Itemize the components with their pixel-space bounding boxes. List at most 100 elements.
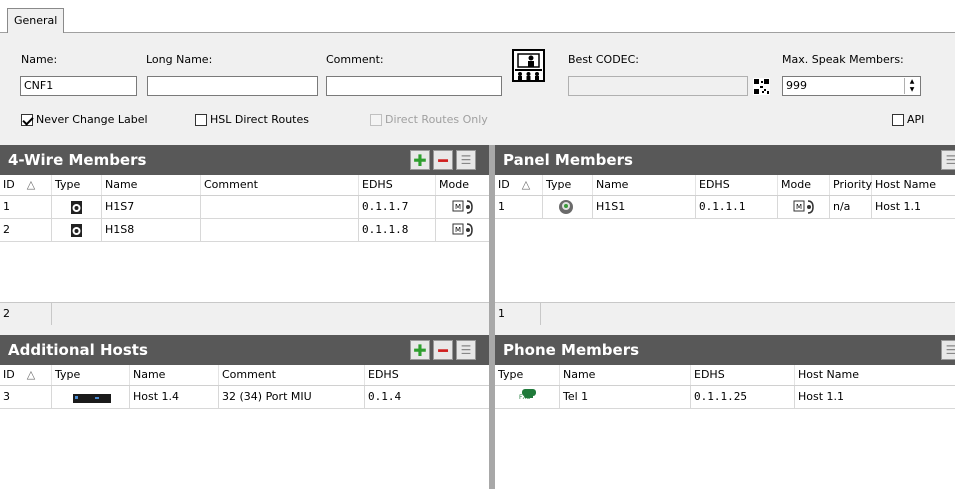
hosts-column-header: ID △ Type Name Comment EDHS (0, 365, 489, 386)
general-form: Name: CNF1 Long Name: Comment: Best CODE… (0, 33, 955, 144)
col-type[interactable]: Type (495, 365, 560, 385)
phone-members-title: Phone Members (495, 335, 955, 365)
table-row[interactable]: 1 H1S7 0.1.1.7 M (0, 196, 489, 219)
codec-icon[interactable] (753, 78, 770, 95)
checkbox-icon (892, 113, 904, 126)
row-name: H1S1 (593, 196, 696, 218)
api-text: API (907, 113, 925, 126)
sort-asc-icon: △ (26, 368, 36, 381)
phone-column-header: Type Name EDHS Host Name (495, 365, 955, 386)
best-codec-input (568, 76, 748, 96)
direct-routes-only-text: Direct Routes Only (385, 113, 488, 126)
col-mode[interactable]: Mode (436, 175, 489, 195)
col-id[interactable]: ID △ (0, 175, 52, 195)
max-speak-label: Max. Speak Members: (782, 53, 904, 66)
col-edhs[interactable]: EDHS (696, 175, 778, 195)
never-change-label-checkbox[interactable]: Never Change Label (21, 113, 148, 126)
col-host-name[interactable]: Host Name (872, 175, 955, 195)
col-name[interactable]: Name (560, 365, 691, 385)
long-name-label: Long Name: (146, 53, 213, 66)
panel-footer: 1 (495, 302, 955, 325)
col-edhs[interactable]: EDHS (359, 175, 436, 195)
horizontal-splitter[interactable] (0, 325, 955, 335)
max-speak-value: 999 (786, 79, 807, 92)
table-row[interactable]: 3 Host 1.4 32 (34) Port MIU 0.1.4 (0, 386, 489, 409)
talk-listen-mode-icon[interactable]: M (436, 196, 489, 218)
columns-panel-button[interactable]: ☰ (941, 150, 955, 170)
remove-fourwire-button[interactable]: ━ (433, 150, 453, 170)
svg-text:M: M (796, 203, 802, 211)
col-priority[interactable]: Priority (830, 175, 872, 195)
col-comment[interactable]: Comment (201, 175, 359, 195)
row-edhs: 0.1.1.1 (696, 196, 778, 218)
api-checkbox[interactable]: API (892, 113, 924, 126)
columns-phone-button[interactable]: ☰ (941, 340, 955, 360)
fourwire-count: 2 (0, 303, 52, 325)
long-name-input[interactable] (147, 76, 318, 96)
columns-hosts-button[interactable]: ☰ (456, 340, 476, 360)
spin-down-icon[interactable]: ▼ (905, 86, 919, 94)
columns-fourwire-button[interactable]: ☰ (456, 150, 476, 170)
panel-members-title: Panel Members (495, 145, 955, 175)
row-name: H1S7 (102, 196, 201, 218)
comment-label: Comment: (326, 53, 384, 66)
row-edhs: 0.1.1.25 (691, 386, 795, 408)
row-name: Host 1.4 (130, 386, 219, 408)
row-name: H1S8 (102, 219, 201, 241)
host-device-icon (52, 386, 130, 408)
col-name[interactable]: Name (593, 175, 696, 195)
table-row[interactable]: 2 H1S8 0.1.1.8 M (0, 219, 489, 242)
tab-general[interactable]: General (7, 8, 65, 33)
svg-text:M: M (455, 203, 461, 211)
col-type[interactable]: Type (52, 175, 102, 195)
row-comment (201, 219, 359, 241)
panel-column-header: ID △ Type Name EDHS Mode Priority Host Na… (495, 175, 955, 196)
col-type[interactable]: Type (52, 365, 130, 385)
row-name: Tel 1 (560, 386, 691, 408)
panel-count: 1 (495, 303, 541, 325)
comment-input[interactable] (326, 76, 502, 96)
speaker-icon (52, 219, 102, 241)
row-id: 2 (0, 219, 52, 241)
remove-host-button[interactable]: ━ (433, 340, 453, 360)
col-mode[interactable]: Mode (778, 175, 830, 195)
col-id[interactable]: ID △ (495, 175, 543, 195)
col-comment[interactable]: Comment (219, 365, 365, 385)
name-label: Name: (21, 53, 58, 66)
checkbox-checked-icon (21, 113, 33, 126)
col-id[interactable]: ID △ (0, 365, 52, 385)
max-speak-spinner[interactable]: ▲ ▼ (904, 78, 919, 94)
col-host-name[interactable]: Host Name (795, 365, 955, 385)
vertical-splitter[interactable] (489, 145, 495, 489)
col-edhs[interactable]: EDHS (365, 365, 489, 385)
row-priority: n/a (830, 196, 872, 218)
phone-fxo-icon: FXO (495, 386, 560, 408)
direct-routes-only-checkbox: Direct Routes Only (370, 113, 488, 126)
talk-listen-mode-icon[interactable]: M (778, 196, 830, 218)
talk-listen-mode-icon[interactable]: M (436, 219, 489, 241)
hsl-direct-routes-checkbox[interactable]: HSL Direct Routes (195, 113, 309, 126)
fourwire-column-header: ID △ Type Name Comment EDHS Mode (0, 175, 489, 196)
col-type[interactable]: Type (543, 175, 593, 195)
never-change-label-text: Never Change Label (36, 113, 148, 126)
fourwire-panel: 4-Wire Members ✚ ━ ☰ ID △ Type Name Comme… (0, 145, 489, 325)
add-host-button[interactable]: ✚ (410, 340, 430, 360)
speaker-icon (52, 196, 102, 218)
table-row[interactable]: 1 H1S1 0.1.1.1 M n/a Host 1.1 (495, 196, 955, 219)
table-row[interactable]: FXO Tel 1 0.1.1.25 Host 1.1 (495, 386, 955, 409)
col-name[interactable]: Name (102, 175, 201, 195)
checkbox-disabled-icon (370, 113, 382, 126)
max-speak-input[interactable]: 999 ▲ ▼ (782, 76, 921, 96)
spin-up-icon[interactable]: ▲ (905, 78, 919, 86)
panel-device-icon (543, 196, 593, 218)
row-edhs: 0.1.4 (368, 390, 402, 403)
conference-icon (512, 49, 545, 82)
add-fourwire-button[interactable]: ✚ (410, 150, 430, 170)
row-edhs: 0.1.1.7 (359, 196, 436, 218)
panel-members-panel: Panel Members ☰ ID △ Type Name EDHS Mode … (495, 145, 955, 325)
name-input[interactable]: CNF1 (20, 76, 137, 96)
col-edhs[interactable]: EDHS (691, 365, 795, 385)
row-id: 3 (0, 386, 52, 408)
additional-hosts-panel: Additional Hosts ✚ ━ ☰ ID △ Type Name Com… (0, 335, 489, 489)
col-name[interactable]: Name (130, 365, 219, 385)
